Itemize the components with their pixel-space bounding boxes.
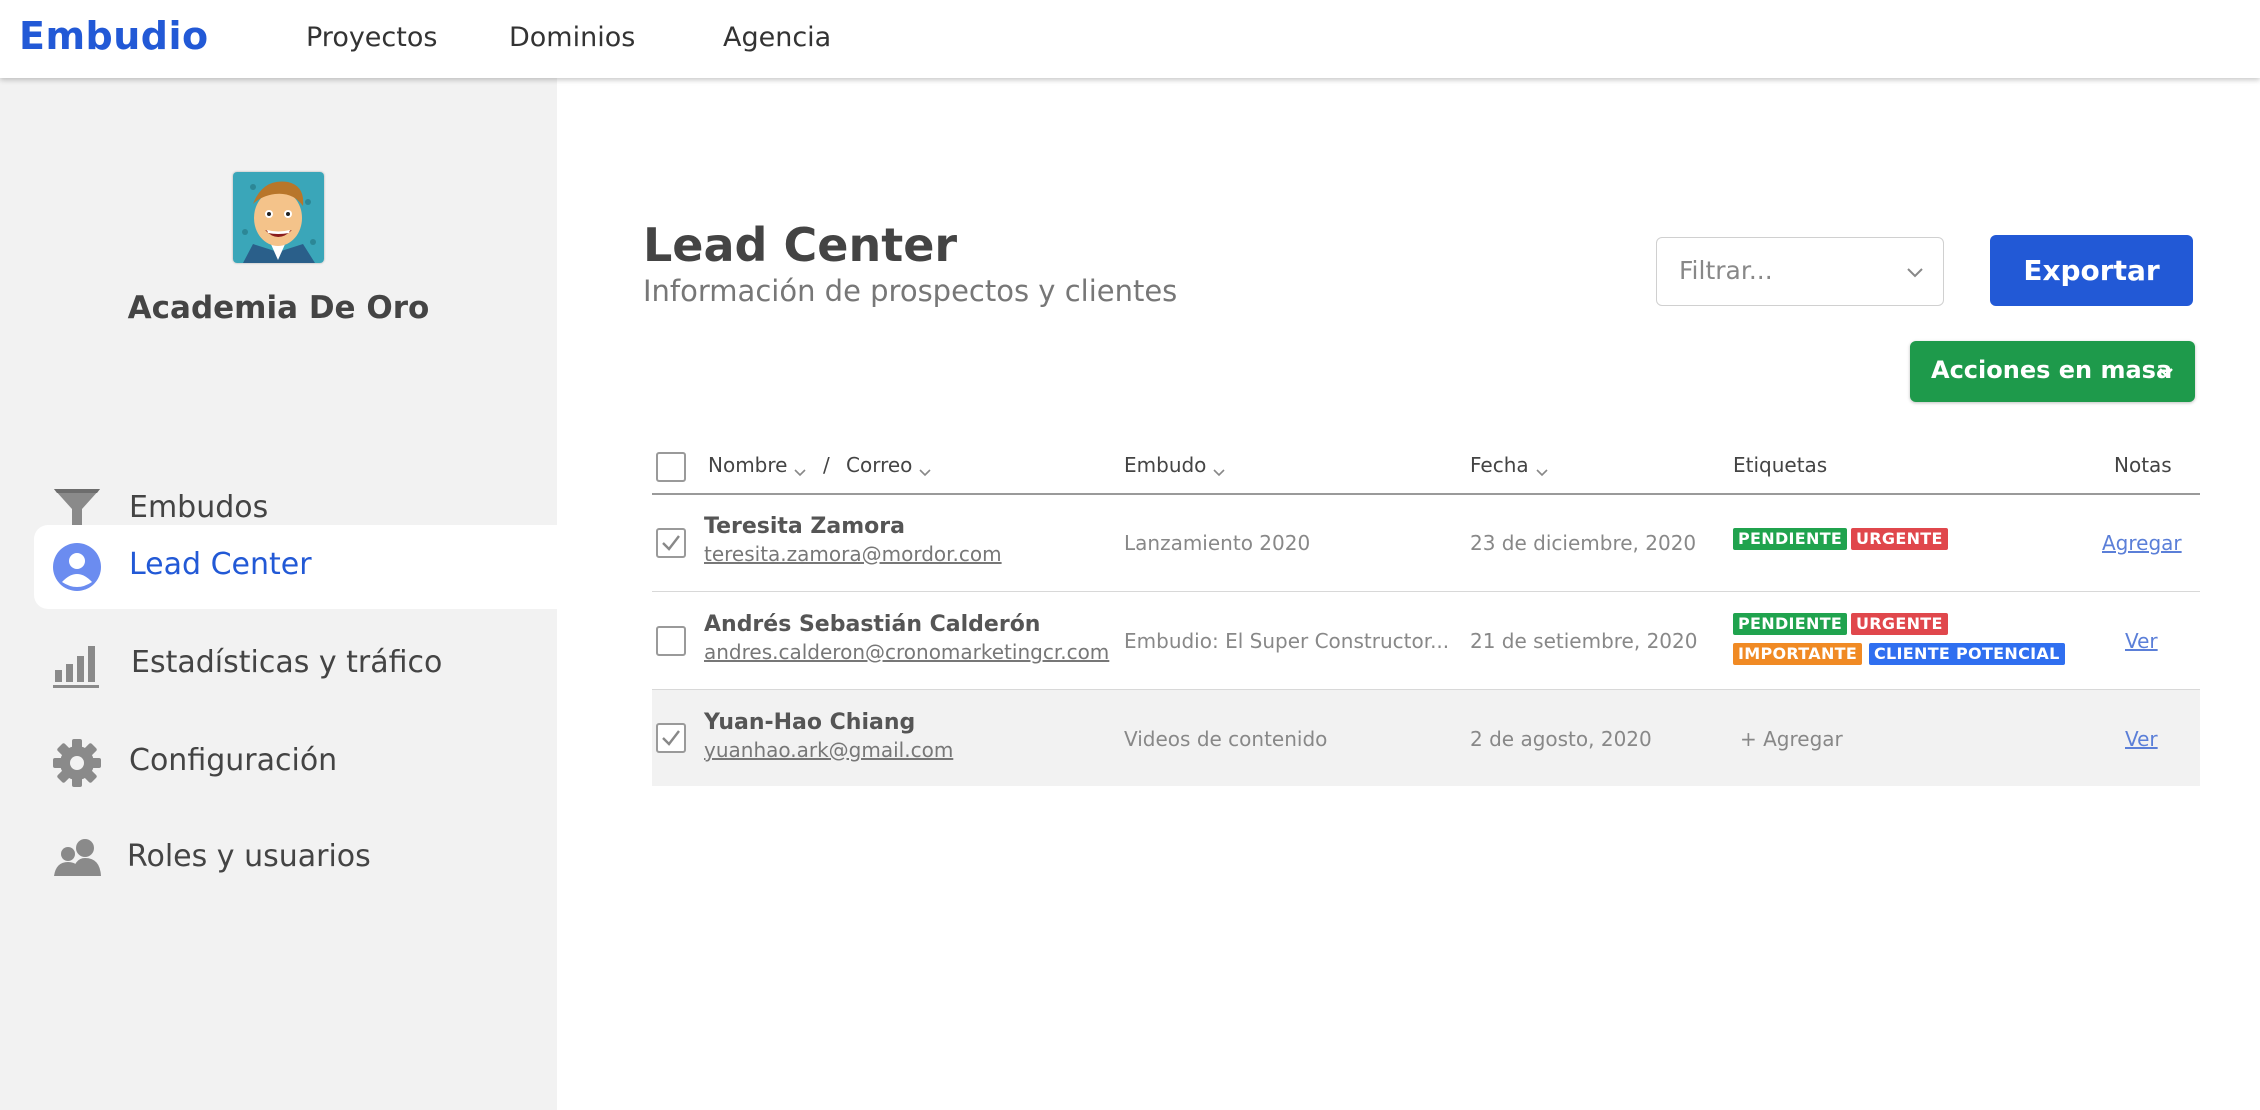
- column-separator: /: [823, 453, 830, 477]
- mass-actions-button[interactable]: Acciones en masa: [1910, 341, 2195, 402]
- lead-funnel: Lanzamiento 2020: [1124, 531, 1311, 555]
- note-add-link[interactable]: Agregar: [2102, 531, 2182, 555]
- sidebar-item-configuracion[interactable]: Configuración: [34, 721, 557, 805]
- row-checkbox[interactable]: [656, 723, 686, 753]
- lead-name: Teresita Zamora: [704, 514, 905, 539]
- app-logo[interactable]: Embudio: [19, 14, 209, 58]
- page-title: Lead Center: [643, 218, 958, 272]
- user-circle-icon: [52, 542, 102, 592]
- lead-funnel: Embudio: El Super Constructor...: [1124, 629, 1450, 653]
- topnav-proyectos[interactable]: Proyectos: [306, 22, 437, 53]
- sidebar-item-estadisticas[interactable]: Estadísticas y tráfico: [34, 623, 557, 707]
- page-subtitle: Información de prospectos y clientes: [643, 274, 1178, 308]
- users-icon: [52, 834, 102, 884]
- lead-email[interactable]: yuanhao.ark@gmail.com: [704, 738, 953, 762]
- top-navbar: Embudio Proyectos Dominios Agencia: [0, 0, 2260, 78]
- table-row: Teresita Zamora teresita.zamora@mordor.c…: [652, 494, 2200, 592]
- column-header-etiquetas: Etiquetas: [1733, 453, 1828, 477]
- chevron-down-icon: [2157, 363, 2175, 381]
- tag-importante[interactable]: IMPORTANTE: [1733, 643, 1863, 665]
- lead-email[interactable]: andres.calderon@cronomarketingcr.com: [704, 640, 1109, 664]
- sidebar-item-lead-center[interactable]: Lead Center: [34, 525, 557, 609]
- table-header: Nombre / Correo Embudo Fecha Etiquetas N…: [652, 440, 2200, 495]
- lead-date: 2 de agosto, 2020: [1470, 727, 1652, 751]
- tag-pendiente[interactable]: PENDIENTE: [1733, 528, 1848, 550]
- topnav-dominios[interactable]: Dominios: [509, 22, 635, 53]
- mass-actions-label: Acciones en masa: [1931, 356, 2173, 384]
- table-row: Andrés Sebastián Calderón andres.caldero…: [652, 592, 2200, 690]
- select-all-checkbox[interactable]: [656, 452, 686, 482]
- row-checkbox[interactable]: [656, 626, 686, 656]
- org-name: Academia De Oro: [127, 290, 430, 326]
- export-button[interactable]: Exportar: [1990, 235, 2193, 306]
- note-view-link[interactable]: Ver: [2125, 727, 2158, 751]
- filter-placeholder: Filtrar...: [1679, 256, 1773, 285]
- column-header-embudo[interactable]: Embudo: [1124, 453, 1226, 477]
- table-row: Yuan-Hao Chiang yuanhao.ark@gmail.com Vi…: [652, 690, 2200, 786]
- sidebar-item-label: Configuración: [129, 743, 338, 778]
- chevron-down-icon: [1905, 262, 1925, 282]
- lead-name: Yuan-Hao Chiang: [704, 710, 916, 735]
- lead-name: Andrés Sebastián Calderón: [704, 612, 1041, 637]
- column-header-notas: Notas: [2114, 453, 2172, 477]
- chevron-down-icon: [1212, 460, 1226, 476]
- lead-email[interactable]: teresita.zamora@mordor.com: [704, 542, 1002, 566]
- lead-date: 21 de setiembre, 2020: [1470, 629, 1698, 653]
- add-tag-button[interactable]: + Agregar: [1740, 727, 1843, 751]
- sidebar-item-label: Roles y usuarios: [127, 839, 371, 874]
- tag-cliente-potencial[interactable]: CLIENTE POTENCIAL: [1869, 643, 2065, 665]
- avatar-image: [233, 172, 324, 263]
- gear-icon: [52, 738, 102, 788]
- topnav-agencia[interactable]: Agencia: [723, 22, 831, 53]
- chevron-down-icon: [1535, 460, 1549, 476]
- sidebar-item-label: Estadísticas y tráfico: [131, 645, 443, 680]
- tag-urgente[interactable]: URGENTE: [1851, 613, 1948, 635]
- avatar: [233, 172, 324, 263]
- checkmark-icon: [662, 535, 680, 551]
- filter-select[interactable]: Filtrar...: [1656, 237, 1944, 306]
- tag-urgente[interactable]: URGENTE: [1851, 528, 1948, 550]
- tag-pendiente[interactable]: PENDIENTE: [1733, 613, 1848, 635]
- sidebar-item-label: Lead Center: [129, 547, 312, 582]
- checkmark-icon: [662, 730, 680, 746]
- column-header-nombre[interactable]: Nombre: [708, 453, 807, 477]
- sidebar-item-label: Embudos: [129, 490, 269, 525]
- bar-chart-icon: [52, 640, 102, 690]
- chevron-down-icon: [918, 460, 932, 476]
- lead-funnel: Videos de contenido: [1124, 727, 1328, 751]
- sidebar: Academia De Oro Embudos Lead Center Esta…: [0, 78, 557, 1110]
- lead-date: 23 de diciembre, 2020: [1470, 531, 1697, 555]
- row-checkbox[interactable]: [656, 528, 686, 558]
- column-header-correo[interactable]: Correo: [846, 453, 932, 477]
- note-view-link[interactable]: Ver: [2125, 629, 2158, 653]
- column-header-fecha[interactable]: Fecha: [1470, 453, 1549, 477]
- chevron-down-icon: [793, 460, 807, 476]
- sidebar-item-roles[interactable]: Roles y usuarios: [34, 817, 557, 901]
